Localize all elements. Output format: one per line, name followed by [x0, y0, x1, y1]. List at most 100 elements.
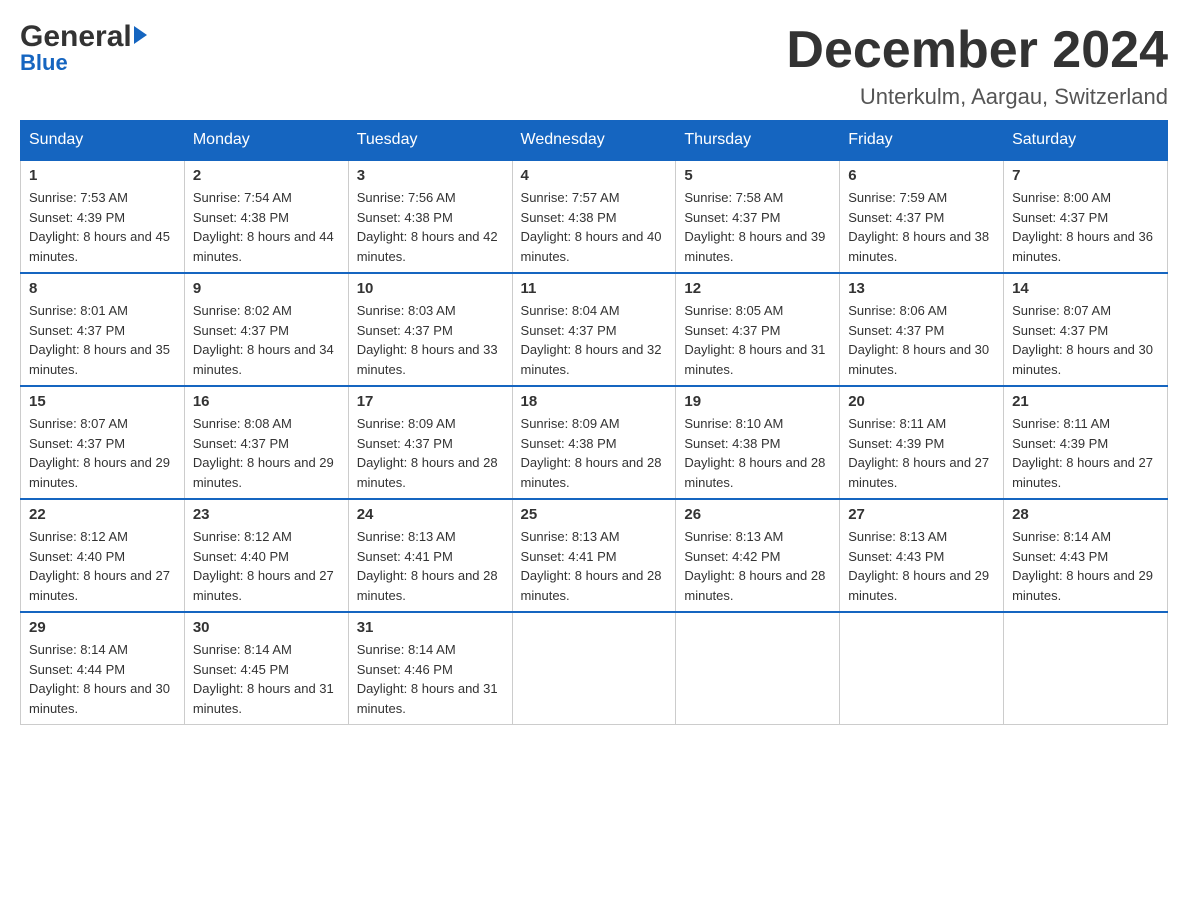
day-info: Sunrise: 7:59 AM Sunset: 4:37 PM Dayligh…	[848, 188, 995, 266]
day-cell-17: 17 Sunrise: 8:09 AM Sunset: 4:37 PM Dayl…	[348, 386, 512, 499]
day-number: 13	[848, 280, 995, 297]
weekday-sunday: Sunday	[21, 121, 185, 161]
daylight-label: Daylight: 8 hours and 27 minutes.	[193, 568, 334, 603]
sunset-label: Sunset: 4:41 PM	[521, 549, 617, 564]
day-cell-30: 30 Sunrise: 8:14 AM Sunset: 4:45 PM Dayl…	[184, 612, 348, 725]
sunrise-label: Sunrise: 7:57 AM	[521, 190, 620, 205]
sunrise-label: Sunrise: 8:05 AM	[684, 303, 783, 318]
sunset-label: Sunset: 4:44 PM	[29, 662, 125, 677]
sunrise-label: Sunrise: 8:09 AM	[521, 416, 620, 431]
sunrise-label: Sunrise: 8:13 AM	[684, 529, 783, 544]
daylight-label: Daylight: 8 hours and 32 minutes.	[521, 342, 662, 377]
daylight-label: Daylight: 8 hours and 33 minutes.	[357, 342, 498, 377]
week-row-1: 1 Sunrise: 7:53 AM Sunset: 4:39 PM Dayli…	[21, 160, 1168, 273]
day-info: Sunrise: 8:14 AM Sunset: 4:45 PM Dayligh…	[193, 640, 340, 718]
day-cell-31: 31 Sunrise: 8:14 AM Sunset: 4:46 PM Dayl…	[348, 612, 512, 725]
daylight-label: Daylight: 8 hours and 30 minutes.	[848, 342, 989, 377]
week-row-4: 22 Sunrise: 8:12 AM Sunset: 4:40 PM Dayl…	[21, 499, 1168, 612]
day-number: 16	[193, 393, 340, 410]
day-number: 28	[1012, 506, 1159, 523]
day-number: 29	[29, 619, 176, 636]
day-number: 22	[29, 506, 176, 523]
day-info: Sunrise: 8:08 AM Sunset: 4:37 PM Dayligh…	[193, 414, 340, 492]
daylight-label: Daylight: 8 hours and 28 minutes.	[684, 568, 825, 603]
sunrise-label: Sunrise: 8:14 AM	[357, 642, 456, 657]
sunset-label: Sunset: 4:37 PM	[357, 436, 453, 451]
sunrise-label: Sunrise: 8:01 AM	[29, 303, 128, 318]
day-number: 26	[684, 506, 831, 523]
sunrise-label: Sunrise: 8:14 AM	[193, 642, 292, 657]
day-cell-5: 5 Sunrise: 7:58 AM Sunset: 4:37 PM Dayli…	[676, 160, 840, 273]
daylight-label: Daylight: 8 hours and 39 minutes.	[684, 229, 825, 264]
daylight-label: Daylight: 8 hours and 29 minutes.	[193, 455, 334, 490]
day-info: Sunrise: 7:57 AM Sunset: 4:38 PM Dayligh…	[521, 188, 668, 266]
location-text: Unterkulm, Aargau, Switzerland	[786, 84, 1168, 110]
day-number: 25	[521, 506, 668, 523]
sunset-label: Sunset: 4:37 PM	[848, 210, 944, 225]
sunset-label: Sunset: 4:37 PM	[29, 436, 125, 451]
daylight-label: Daylight: 8 hours and 27 minutes.	[29, 568, 170, 603]
sunrise-label: Sunrise: 7:59 AM	[848, 190, 947, 205]
weekday-saturday: Saturday	[1004, 121, 1168, 161]
day-info: Sunrise: 8:03 AM Sunset: 4:37 PM Dayligh…	[357, 301, 504, 379]
day-info: Sunrise: 8:13 AM Sunset: 4:43 PM Dayligh…	[848, 527, 995, 605]
sunrise-label: Sunrise: 8:07 AM	[29, 416, 128, 431]
sunset-label: Sunset: 4:39 PM	[29, 210, 125, 225]
daylight-label: Daylight: 8 hours and 30 minutes.	[1012, 342, 1153, 377]
day-number: 3	[357, 167, 504, 184]
day-cell-19: 19 Sunrise: 8:10 AM Sunset: 4:38 PM Dayl…	[676, 386, 840, 499]
day-number: 7	[1012, 167, 1159, 184]
day-number: 19	[684, 393, 831, 410]
day-number: 2	[193, 167, 340, 184]
sunset-label: Sunset: 4:40 PM	[29, 549, 125, 564]
day-number: 20	[848, 393, 995, 410]
sunset-label: Sunset: 4:38 PM	[684, 436, 780, 451]
day-info: Sunrise: 8:11 AM Sunset: 4:39 PM Dayligh…	[1012, 414, 1159, 492]
sunrise-label: Sunrise: 8:12 AM	[193, 529, 292, 544]
sunset-label: Sunset: 4:37 PM	[357, 323, 453, 338]
sunset-label: Sunset: 4:37 PM	[1012, 210, 1108, 225]
daylight-label: Daylight: 8 hours and 31 minutes.	[684, 342, 825, 377]
day-cell-24: 24 Sunrise: 8:13 AM Sunset: 4:41 PM Dayl…	[348, 499, 512, 612]
day-number: 8	[29, 280, 176, 297]
day-info: Sunrise: 8:00 AM Sunset: 4:37 PM Dayligh…	[1012, 188, 1159, 266]
sunset-label: Sunset: 4:40 PM	[193, 549, 289, 564]
day-number: 24	[357, 506, 504, 523]
week-row-5: 29 Sunrise: 8:14 AM Sunset: 4:44 PM Dayl…	[21, 612, 1168, 725]
weekday-thursday: Thursday	[676, 121, 840, 161]
sunrise-label: Sunrise: 8:14 AM	[1012, 529, 1111, 544]
daylight-label: Daylight: 8 hours and 35 minutes.	[29, 342, 170, 377]
sunset-label: Sunset: 4:43 PM	[1012, 549, 1108, 564]
day-info: Sunrise: 8:14 AM Sunset: 4:43 PM Dayligh…	[1012, 527, 1159, 605]
sunset-label: Sunset: 4:38 PM	[357, 210, 453, 225]
day-number: 18	[521, 393, 668, 410]
day-cell-26: 26 Sunrise: 8:13 AM Sunset: 4:42 PM Dayl…	[676, 499, 840, 612]
weekday-friday: Friday	[840, 121, 1004, 161]
day-number: 11	[521, 280, 668, 297]
calendar-table: SundayMondayTuesdayWednesdayThursdayFrid…	[20, 120, 1168, 725]
sunrise-label: Sunrise: 7:54 AM	[193, 190, 292, 205]
daylight-label: Daylight: 8 hours and 45 minutes.	[29, 229, 170, 264]
day-info: Sunrise: 8:05 AM Sunset: 4:37 PM Dayligh…	[684, 301, 831, 379]
day-cell-18: 18 Sunrise: 8:09 AM Sunset: 4:38 PM Dayl…	[512, 386, 676, 499]
day-cell-4: 4 Sunrise: 7:57 AM Sunset: 4:38 PM Dayli…	[512, 160, 676, 273]
day-number: 10	[357, 280, 504, 297]
title-section: December 2024 Unterkulm, Aargau, Switzer…	[786, 20, 1168, 110]
sunset-label: Sunset: 4:38 PM	[521, 436, 617, 451]
day-number: 31	[357, 619, 504, 636]
day-info: Sunrise: 8:14 AM Sunset: 4:44 PM Dayligh…	[29, 640, 176, 718]
sunset-label: Sunset: 4:37 PM	[193, 323, 289, 338]
sunrise-label: Sunrise: 8:00 AM	[1012, 190, 1111, 205]
daylight-label: Daylight: 8 hours and 31 minutes.	[357, 681, 498, 716]
day-info: Sunrise: 8:14 AM Sunset: 4:46 PM Dayligh…	[357, 640, 504, 718]
sunrise-label: Sunrise: 8:09 AM	[357, 416, 456, 431]
sunrise-label: Sunrise: 8:10 AM	[684, 416, 783, 431]
daylight-label: Daylight: 8 hours and 29 minutes.	[29, 455, 170, 490]
day-number: 21	[1012, 393, 1159, 410]
day-info: Sunrise: 8:10 AM Sunset: 4:38 PM Dayligh…	[684, 414, 831, 492]
sunset-label: Sunset: 4:38 PM	[521, 210, 617, 225]
week-row-3: 15 Sunrise: 8:07 AM Sunset: 4:37 PM Dayl…	[21, 386, 1168, 499]
daylight-label: Daylight: 8 hours and 28 minutes.	[357, 568, 498, 603]
daylight-label: Daylight: 8 hours and 29 minutes.	[848, 568, 989, 603]
day-number: 23	[193, 506, 340, 523]
